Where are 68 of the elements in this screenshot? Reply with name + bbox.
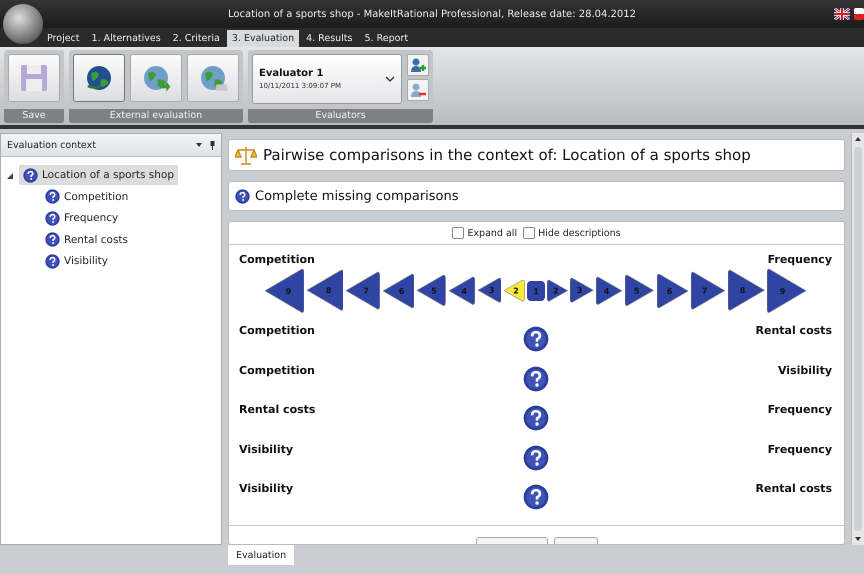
dropdown-icon[interactable] <box>196 143 202 147</box>
menu-tab[interactable]: 2. Criteria <box>168 30 225 47</box>
panel-title: Evaluation context <box>7 140 97 150</box>
globe-button[interactable] <box>73 54 125 102</box>
bottom-tab[interactable]: Evaluation <box>228 545 294 565</box>
help-icon <box>45 254 60 268</box>
help-icon <box>45 189 60 204</box>
group-label: Evaluators <box>248 109 433 123</box>
help-icon <box>522 326 548 352</box>
balance-scale-icon <box>235 145 257 165</box>
help-icon <box>522 484 548 510</box>
remove-user-button[interactable] <box>407 79 429 101</box>
window-title: Location of a sports shop - MakeItRational Professional, Release date: 28.04.2012 <box>228 8 636 20</box>
criterion-label: Visibility <box>778 364 832 376</box>
group-label: External evaluation <box>69 109 243 123</box>
menu-tab[interactable]: 5. Report <box>359 30 414 47</box>
tree-item[interactable]: Visibility <box>41 251 112 271</box>
criterion-label: Visibility <box>239 442 294 456</box>
unanswered-help-button[interactable] <box>522 366 548 392</box>
tree-item[interactable]: Frequency <box>41 208 122 228</box>
criterion-label: Frequency <box>768 403 832 416</box>
checkbox[interactable]: Expand all <box>452 227 518 239</box>
help-icon <box>522 366 548 392</box>
help-icon <box>235 188 250 204</box>
criterion-label: Rental costs <box>756 324 832 337</box>
add-user-button[interactable] <box>407 54 429 76</box>
tree-item[interactable]: Competition <box>41 186 132 206</box>
scroll-up-icon[interactable] <box>855 137 861 141</box>
tree-item[interactable]: Location of a sports shop <box>19 165 178 185</box>
criterion-label: Competition <box>239 364 316 376</box>
unanswered-help-button[interactable] <box>522 326 548 352</box>
chevron-icon <box>385 76 395 82</box>
globe-button[interactable] <box>187 54 239 102</box>
unanswered-help-button[interactable] <box>522 405 548 431</box>
criterion-label: Competition <box>239 253 315 266</box>
checkbox-square[interactable] <box>523 227 536 239</box>
criterion-label: Frequency <box>768 253 832 266</box>
globe-button[interactable] <box>130 54 182 102</box>
group-label: Save <box>4 109 64 123</box>
menu-tab[interactable]: 4. Results <box>301 30 358 47</box>
menu-tab[interactable]: 1. Alternatives <box>86 30 166 47</box>
help-icon <box>522 405 548 431</box>
tree-item[interactable]: Rental costs <box>41 230 132 250</box>
checkbox-square[interactable] <box>452 227 464 239</box>
app-logo[interactable] <box>3 4 43 44</box>
help-icon <box>522 444 548 470</box>
criterion-label: Rental costs <box>756 482 832 495</box>
criterion-label: Rental costs <box>239 403 316 416</box>
flag-icon[interactable] <box>834 8 850 20</box>
collapse-icon[interactable] <box>7 172 13 179</box>
menu-tab[interactable]: 3. Evaluation <box>226 30 300 47</box>
menu-tab[interactable]: Project <box>42 30 85 47</box>
page-heading: Pairwise comparisons in the context of: Location of a sports shop <box>263 146 751 164</box>
checkbox[interactable]: Hide descriptions <box>523 227 621 239</box>
evaluator-name: Evaluator 1 <box>259 68 324 79</box>
criterion-label: Visibility <box>239 482 294 495</box>
help-icon <box>23 168 38 182</box>
flag-icon[interactable] <box>854 8 864 20</box>
criterion-label: Frequency <box>768 442 832 456</box>
unanswered-help-button[interactable] <box>522 444 548 470</box>
help-icon <box>45 210 60 226</box>
complete-comparisons-button[interactable]: Complete missing comparisons <box>229 182 844 210</box>
unanswered-help-button[interactable] <box>522 484 548 510</box>
scroll-down-icon[interactable] <box>855 537 861 541</box>
help-icon <box>45 232 60 247</box>
pin-icon[interactable] <box>210 140 215 150</box>
criterion-label: Competition <box>239 324 316 337</box>
scrollbar[interactable] <box>851 133 864 545</box>
